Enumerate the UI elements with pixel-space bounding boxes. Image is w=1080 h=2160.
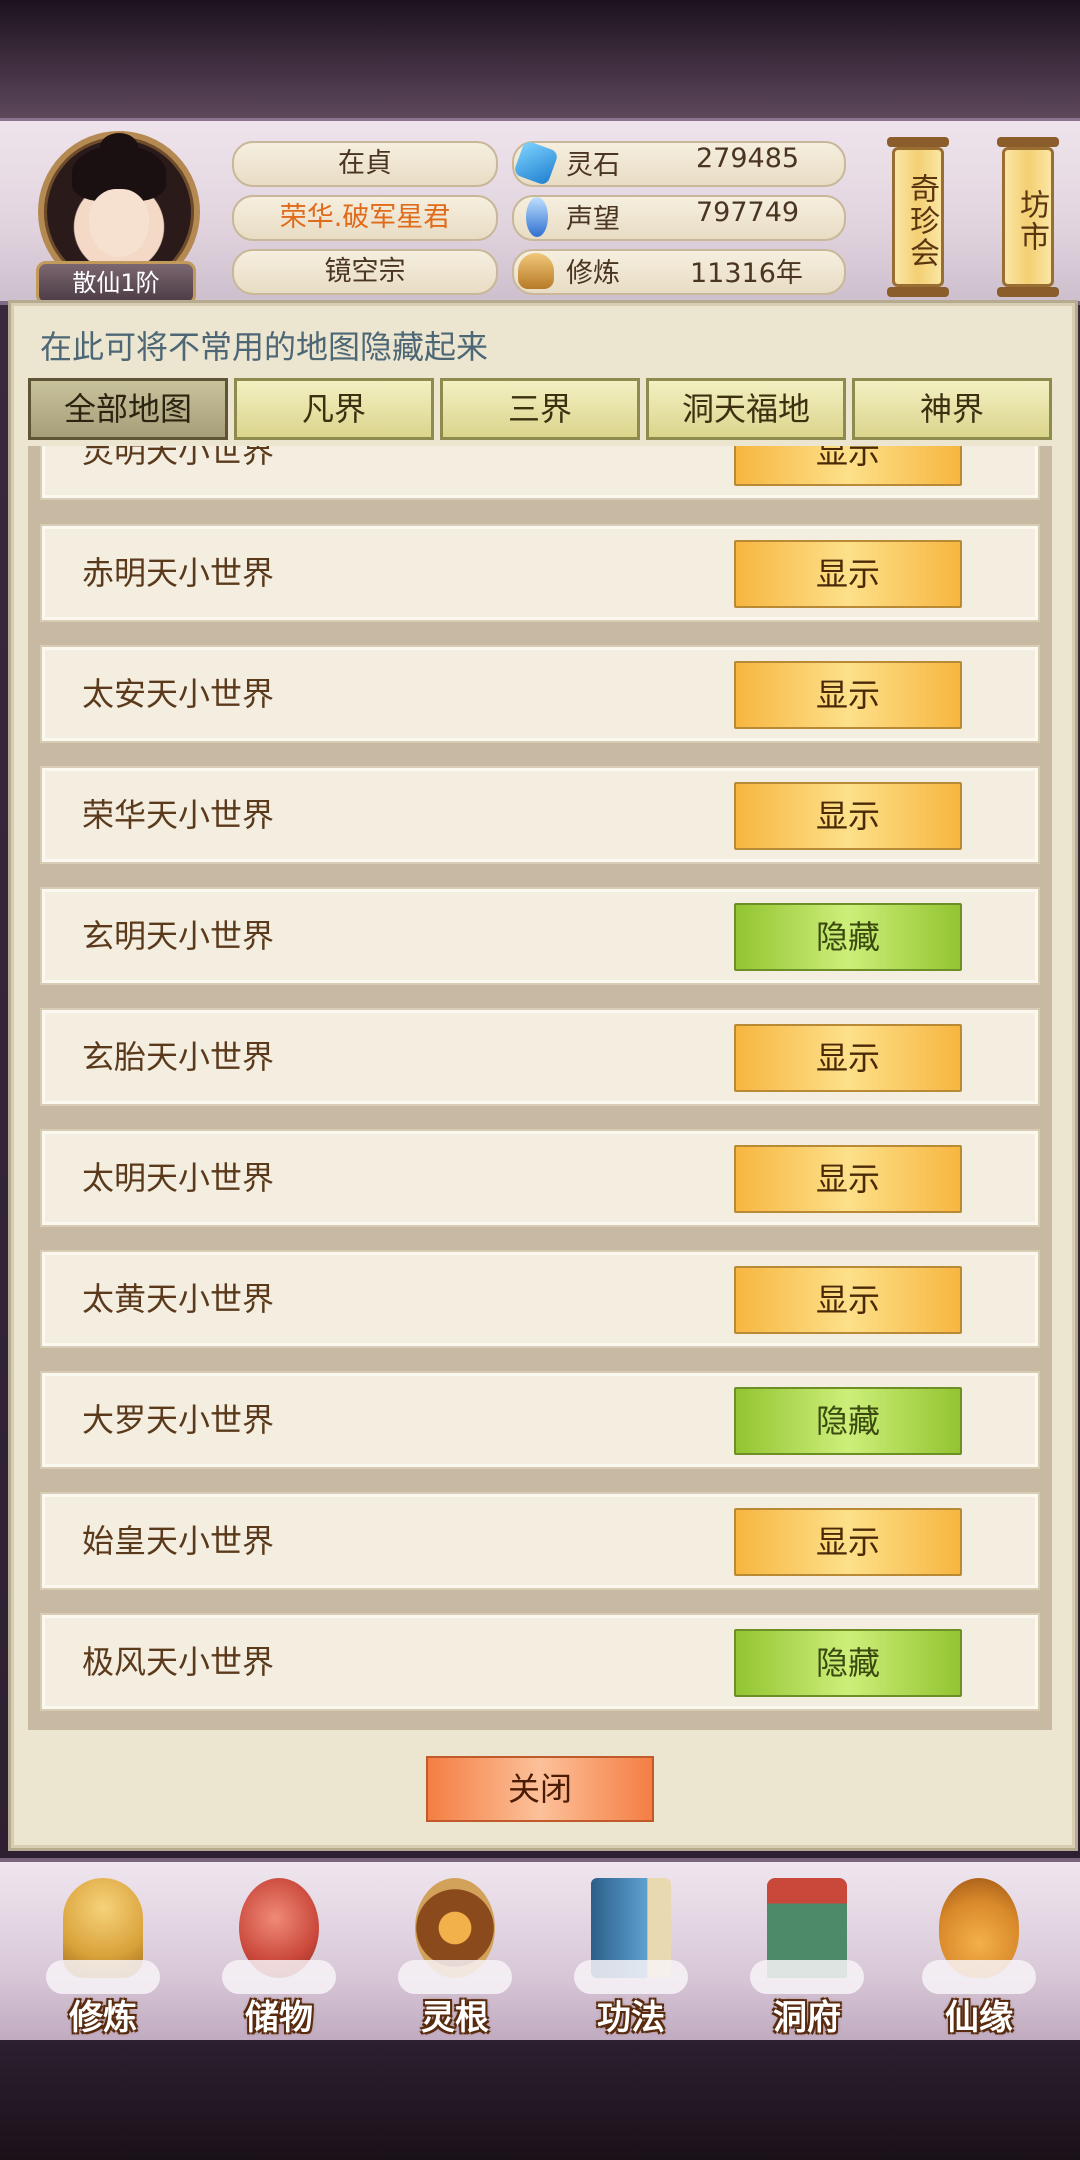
list-item: 玄明天小世界 隐藏 [40, 887, 1040, 985]
list-item: 玄胎天小世界 显示 [40, 1008, 1040, 1106]
close-button[interactable]: 关闭 [426, 1756, 654, 1822]
list-item: 太安天小世界 显示 [40, 645, 1040, 743]
show-button[interactable]: 显示 [734, 1145, 962, 1213]
panel-notice: 在此可将不常用的地图隐藏起来 [40, 328, 489, 366]
map-name: 灵明天小世界 [82, 446, 275, 470]
map-name: 荣华天小世界 [82, 796, 275, 834]
player-title: 荣华.破军星君 [232, 195, 498, 241]
nav-cultivate[interactable]: 修炼 [28, 1872, 178, 2038]
show-button[interactable]: 显示 [734, 540, 962, 608]
nav-storage[interactable]: 储物 [204, 1872, 354, 2038]
show-button[interactable]: 显示 [734, 1508, 962, 1576]
map-category-tabs: 全部地图 凡界 三界 洞天福地 神界 [28, 378, 1052, 442]
nav-label: 洞府 [773, 1998, 841, 2038]
show-button[interactable]: 显示 [734, 446, 962, 486]
show-button[interactable]: 显示 [734, 1266, 962, 1334]
map-name: 玄胎天小世界 [82, 1038, 275, 1076]
hide-button[interactable]: 隐藏 [734, 1387, 962, 1455]
map-name: 赤明天小世界 [82, 554, 275, 592]
map-name: 太安天小世界 [82, 675, 275, 713]
stat-label: 声望 [566, 204, 620, 235]
nav-label: 灵根 [421, 1998, 489, 2038]
tab-all-maps[interactable]: 全部地图 [28, 378, 228, 440]
nav-spirit-root[interactable]: 灵根 [380, 1872, 530, 2038]
player-name: 在貞 [232, 141, 498, 187]
list-item: 极风天小世界 隐藏 [40, 1613, 1040, 1711]
player-sect: 镜空宗 [232, 249, 498, 295]
market-button[interactable]: 坊市 [1002, 147, 1054, 287]
nav-label: 仙缘 [945, 1998, 1013, 2038]
player-avatar[interactable]: 散仙1阶 [28, 131, 200, 305]
show-button[interactable]: 显示 [734, 1024, 962, 1092]
list-item: 大罗天小世界 隐藏 [40, 1371, 1040, 1469]
tab-three-realms[interactable]: 三界 [440, 378, 640, 440]
list-item: 荣华天小世界 显示 [40, 766, 1040, 864]
treasure-fair-button[interactable]: 奇珍会 [892, 147, 944, 287]
map-name: 始皇天小世界 [82, 1522, 275, 1560]
hide-button[interactable]: 隐藏 [734, 1629, 962, 1697]
nav-techniques[interactable]: 功法 [556, 1872, 706, 2038]
list-item: 赤明天小世界 显示 [40, 524, 1040, 622]
map-name: 太黄天小世界 [82, 1280, 275, 1318]
tab-divine-realm[interactable]: 神界 [852, 378, 1052, 440]
bottom-navigation: 修炼 储物 灵根 功法 洞府 仙缘 [0, 1858, 1080, 2048]
rank-badge: 散仙1阶 [36, 261, 196, 305]
list-item: 灵明天小世界 显示 [40, 446, 1040, 500]
stat-label: 修炼 [566, 258, 620, 289]
reputation-icon [526, 197, 548, 237]
nav-label: 修炼 [69, 1998, 137, 2038]
status-bar-area [0, 0, 1080, 118]
nav-cave-dwelling[interactable]: 洞府 [732, 1872, 882, 2038]
hide-button[interactable]: 隐藏 [734, 903, 962, 971]
nav-label: 功法 [597, 1998, 665, 2038]
show-button[interactable]: 显示 [734, 782, 962, 850]
list-item: 太明天小世界 显示 [40, 1129, 1040, 1227]
stat-value: 797749 [696, 197, 800, 228]
player-header: 散仙1阶 在貞 荣华.破军星君 镜空宗 灵石 279485 声望 797749 … [0, 118, 1080, 305]
map-list[interactable]: 灵明天小世界 显示 赤明天小世界 显示 太安天小世界 显示 荣华天小世界 显示 … [28, 446, 1052, 1730]
cultivation-icon [518, 253, 554, 289]
nav-immortal-fate[interactable]: 仙缘 [904, 1872, 1054, 2038]
tab-grotto-heaven[interactable]: 洞天福地 [646, 378, 846, 440]
map-name: 太明天小世界 [82, 1159, 275, 1197]
stat-value: 279485 [696, 143, 800, 174]
show-button[interactable]: 显示 [734, 661, 962, 729]
nav-label: 储物 [245, 1998, 313, 2038]
map-name: 极风天小世界 [82, 1643, 275, 1681]
stat-value: 11316年 [690, 258, 803, 289]
list-item: 始皇天小世界 显示 [40, 1492, 1040, 1590]
map-name: 玄明天小世界 [82, 917, 275, 955]
map-name: 大罗天小世界 [82, 1401, 275, 1439]
list-item: 太黄天小世界 显示 [40, 1250, 1040, 1348]
tab-mortal-realm[interactable]: 凡界 [234, 378, 434, 440]
bottom-decor-bar [0, 2040, 1080, 2160]
stat-label: 灵石 [566, 150, 620, 181]
